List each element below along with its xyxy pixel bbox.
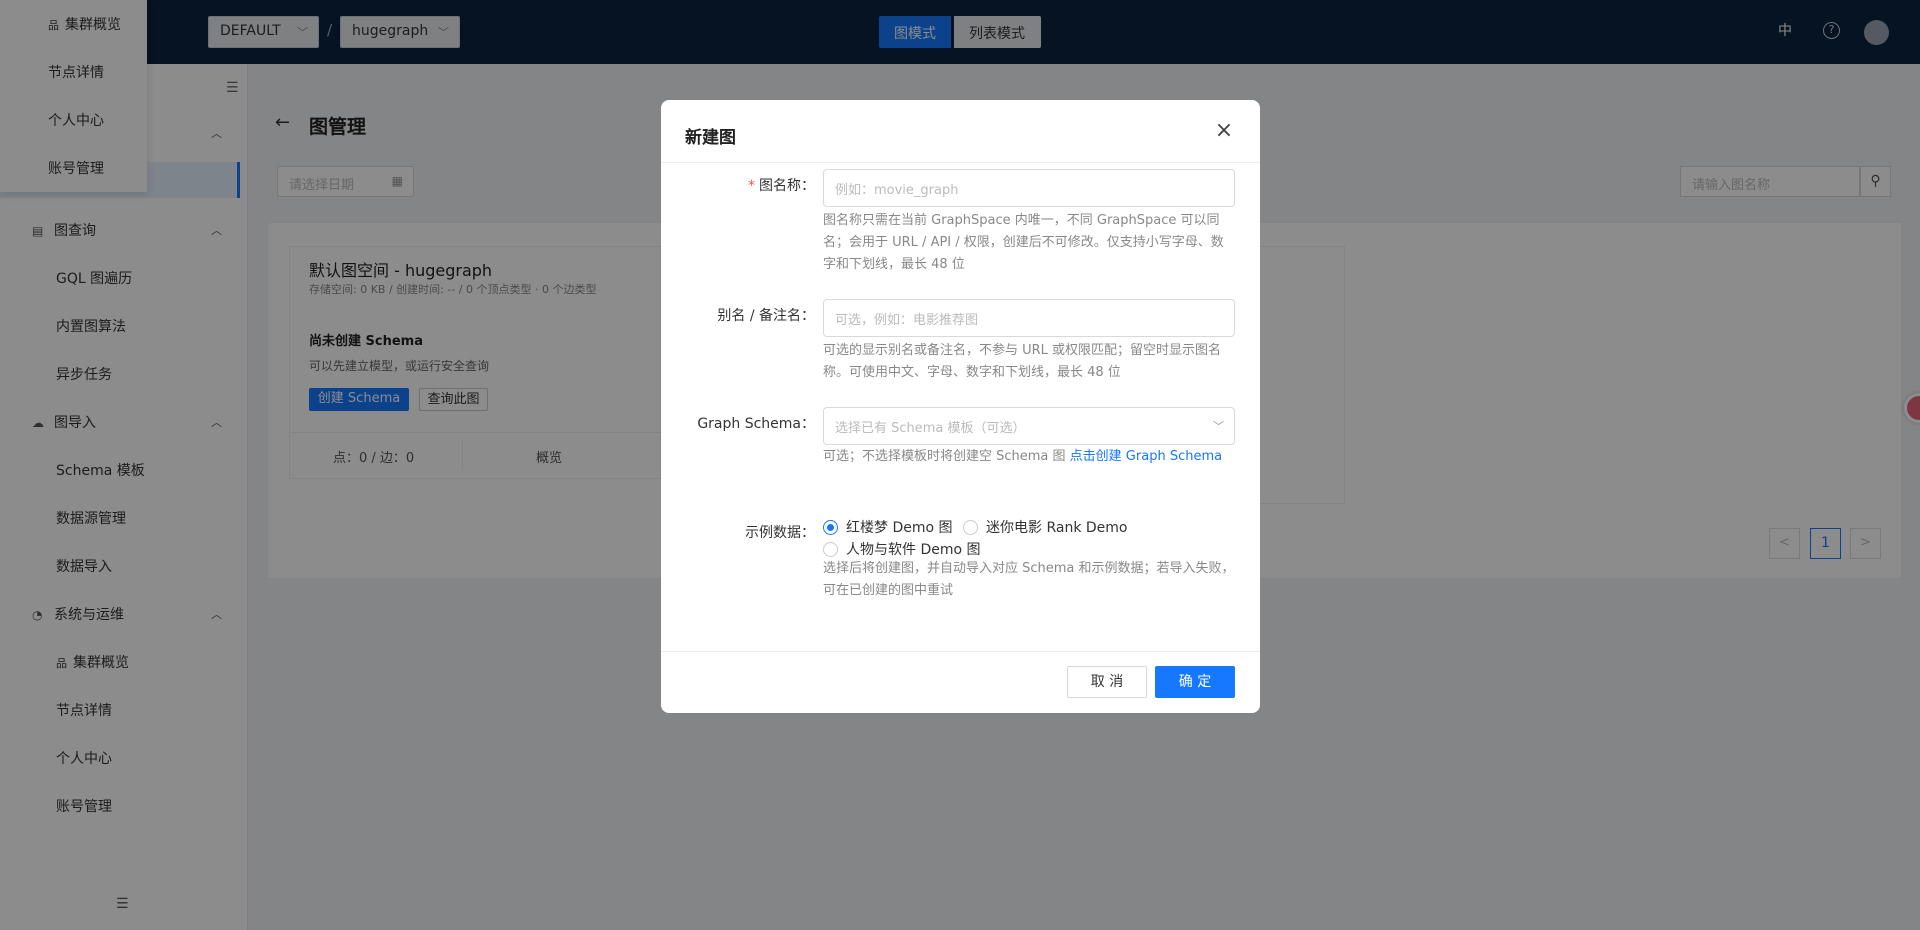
- schema-help-text: 可选；不选择模板时将创建空 Schema 图: [823, 449, 1070, 464]
- divider: [661, 162, 1260, 163]
- sample-radio-person-software[interactable]: 人物与软件 Demo 图: [823, 539, 981, 559]
- schema-help: 可选；不选择模板时将创建空 Schema 图 点击创建 Graph Schema: [823, 446, 1235, 468]
- graph-name-help: 图名称只需在当前 GraphSpace 内唯一，不同 GraphSpace 可以…: [823, 213, 1224, 272]
- create-schema-link[interactable]: 点击创建 Graph Schema: [1070, 449, 1222, 464]
- chevron-down-icon: ﹀: [1213, 420, 1224, 433]
- alias-input[interactable]: 可选，例如：电影推荐图: [823, 299, 1235, 337]
- divider: [661, 651, 1260, 652]
- create-graph-modal: 新建图 × * 图名称： 例如：movie_graph 图名称只需在当前 Grap…: [661, 100, 1260, 713]
- graph-name-label: * 图名称：: [748, 175, 815, 195]
- schema-label: Graph Schema：: [697, 413, 815, 433]
- radio-label: 人物与软件 Demo 图: [846, 542, 981, 558]
- alias-label-text: 别名 / 备注名: [717, 308, 801, 324]
- required-mark: *: [748, 178, 755, 194]
- alias-help: 可选的显示别名或备注名，不参与 URL 或权限匹配；留空时显示图名称。可使用中文…: [823, 343, 1222, 380]
- sample-data-label: 示例数据：: [745, 522, 815, 542]
- radio-label: 红楼梦 Demo 图: [846, 520, 953, 536]
- sample-radio-movie-rank[interactable]: 迷你电影 Rank Demo: [963, 517, 1127, 537]
- radio-dot: [823, 542, 838, 557]
- label-colon: ：: [801, 308, 815, 324]
- confirm-button[interactable]: 确 定: [1155, 666, 1235, 698]
- label-colon: ：: [801, 525, 815, 541]
- modal-title: 新建图: [685, 128, 736, 148]
- label-colon: ：: [801, 416, 815, 432]
- label-colon: ：: [801, 178, 815, 194]
- alias-label: 别名 / 备注名：: [717, 305, 815, 325]
- sample-data-help: 选择后将创建图，并自动导入对应 Schema 和示例数据；若导入失败，可在已创建…: [823, 561, 1235, 598]
- sample-data-label-text: 示例数据: [745, 525, 801, 541]
- close-icon[interactable]: ×: [1212, 120, 1236, 144]
- radio-label: 迷你电影 Rank Demo: [986, 520, 1128, 536]
- schema-select[interactable]: 选择已有 Schema 模板（可选） ﹀: [823, 407, 1235, 445]
- cancel-button[interactable]: 取 消: [1067, 666, 1147, 698]
- sample-radio-hongloumeng[interactable]: 红楼梦 Demo 图: [823, 517, 953, 537]
- radio-dot: [963, 520, 978, 535]
- schema-select-placeholder: 选择已有 Schema 模板（可选）: [835, 421, 1026, 436]
- radio-dot-checked: [823, 520, 838, 535]
- graph-name-label-text: 图名称: [759, 178, 801, 194]
- schema-label-text: Graph Schema: [697, 416, 801, 432]
- graph-name-input[interactable]: 例如：movie_graph: [823, 169, 1235, 207]
